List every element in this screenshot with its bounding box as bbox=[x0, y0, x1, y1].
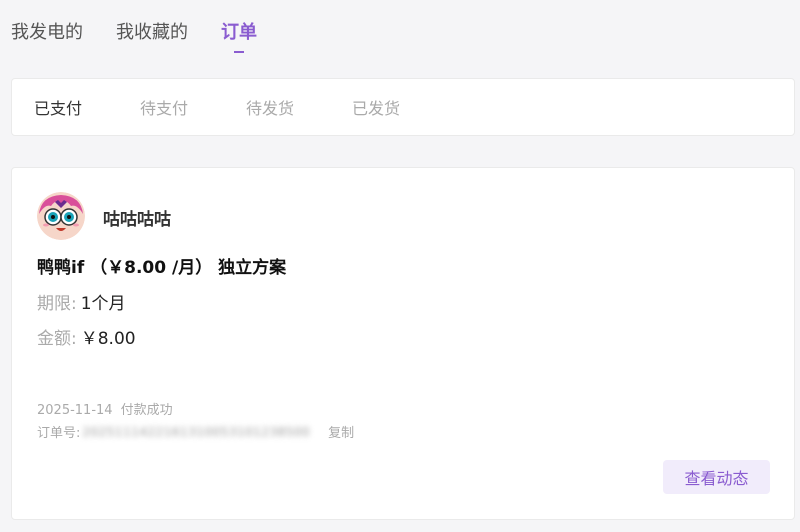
order-card: 咕咕咕咕 鸭鸭if （￥8.00 /月） 独立方案 期限: 1个月 金额: ￥8.0… bbox=[11, 167, 795, 520]
order-date: 2025-11-14 bbox=[37, 403, 113, 418]
subtab-paid[interactable]: 已支付 bbox=[34, 95, 82, 119]
creator-name[interactable]: 咕咕咕咕 bbox=[103, 205, 171, 230]
order-number: 2025111422161310053101238500 bbox=[82, 424, 311, 439]
term-label: 期限: bbox=[37, 294, 77, 314]
order-date-row: 2025-11-14 付款成功 bbox=[37, 399, 173, 418]
copy-order-number-button[interactable]: 复制 bbox=[328, 422, 354, 441]
order-status-tab-bar: 已支付 待支付 待发货 已发货 bbox=[11, 78, 795, 136]
term-row: 期限: 1个月 bbox=[37, 289, 126, 314]
top-tab-bar: 我发电的 我收藏的 订单 bbox=[11, 18, 257, 53]
tab-orders[interactable]: 订单 bbox=[221, 18, 257, 53]
subtab-pending-shipment[interactable]: 待发货 bbox=[246, 95, 294, 119]
avatar[interactable] bbox=[37, 192, 85, 240]
tab-fadian[interactable]: 我发电的 bbox=[11, 18, 83, 52]
anime-avatar-icon bbox=[37, 192, 85, 240]
order-number-label: 订单号: bbox=[37, 426, 81, 441]
amount-row: 金额: ￥8.00 bbox=[37, 324, 136, 349]
payment-status: 付款成功 bbox=[120, 403, 173, 418]
view-updates-button[interactable]: 查看动态 bbox=[663, 460, 770, 494]
subtab-shipped[interactable]: 已发货 bbox=[352, 95, 400, 119]
tab-favorites[interactable]: 我收藏的 bbox=[116, 18, 188, 52]
order-number-row: 订单号: 2025111422161310053101238500 复制 bbox=[37, 422, 354, 442]
amount-label: 金额: bbox=[37, 329, 77, 349]
amount-value: ￥8.00 bbox=[80, 329, 136, 349]
subtab-pending-payment[interactable]: 待支付 bbox=[140, 95, 188, 119]
term-value: 1个月 bbox=[80, 294, 126, 314]
order-title: 鸭鸭if （￥8.00 /月） 独立方案 bbox=[37, 258, 287, 278]
